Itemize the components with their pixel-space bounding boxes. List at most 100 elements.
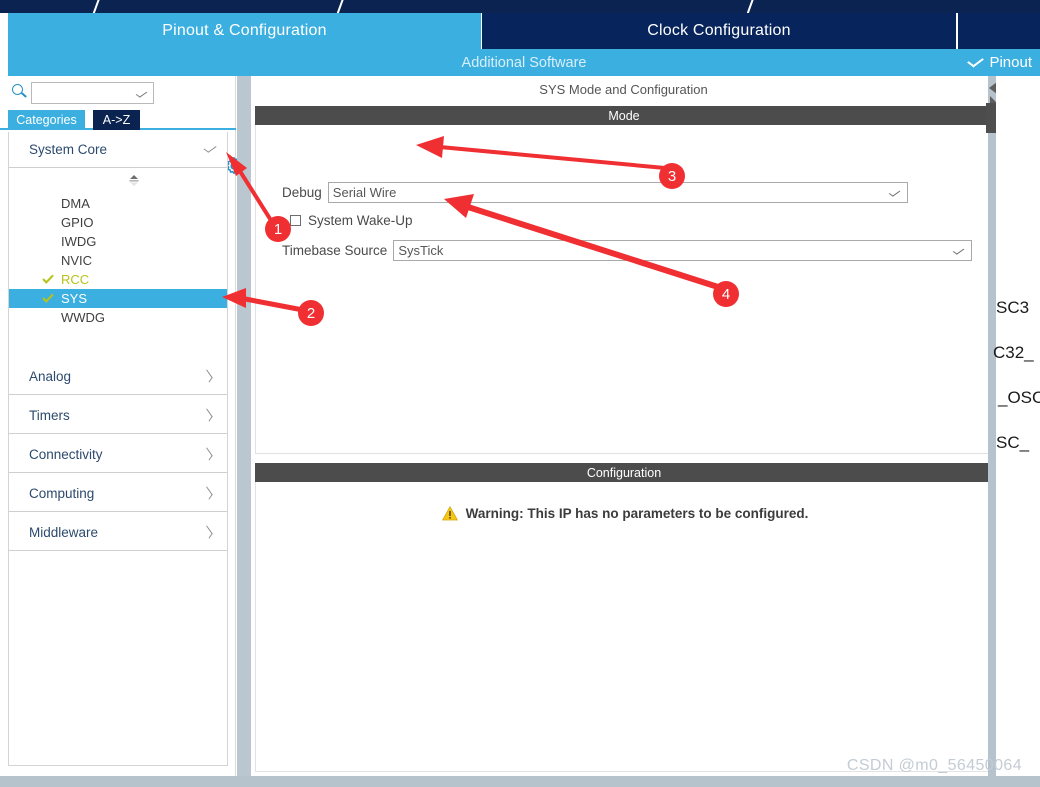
tab-a-to-z-label: A->Z xyxy=(102,113,131,127)
pin-label-strip: SC3 C32_ _OSC SC_ xyxy=(993,76,1040,776)
chevron-right-icon xyxy=(203,408,213,422)
ip-item-sys[interactable]: SYS xyxy=(9,289,227,308)
ip-item-nvic[interactable]: NVIC xyxy=(9,251,227,270)
system-wake-up-row[interactable]: System Wake-Up xyxy=(290,213,413,228)
tab-categories-label: Categories xyxy=(16,113,77,127)
ip-item-wwdg-label: WWDG xyxy=(61,310,106,325)
pin-label: _OSC xyxy=(998,388,1040,407)
pin-label: SC_ xyxy=(996,433,1030,452)
pin-label: C32_ xyxy=(993,343,1034,362)
mode-section-body: Debug Serial Wire System Wake-Up Timebas… xyxy=(255,125,993,454)
bottom-status-bar xyxy=(0,776,1040,787)
ip-item-iwdg-label: IWDG xyxy=(61,234,97,249)
panel-splitter[interactable] xyxy=(237,76,251,776)
pin-label: SC3 xyxy=(996,298,1030,317)
ip-item-sys-label: SYS xyxy=(61,291,88,306)
category-computing-label: Computing xyxy=(29,486,95,501)
sidebar-tab-row: Categories A->Z xyxy=(0,110,236,130)
tab-categories[interactable]: Categories xyxy=(8,110,85,130)
category-header-analog[interactable]: Analog xyxy=(9,359,227,395)
annotation-callout-1: 1 xyxy=(265,216,291,242)
tab-pinout-label: Pinout & Configuration xyxy=(162,22,327,39)
chevron-down-icon xyxy=(967,54,985,68)
ip-item-rcc[interactable]: RCC xyxy=(9,270,227,289)
timebase-source-field-row: Timebase Source SysTick xyxy=(282,240,972,261)
panel-title: SYS Mode and Configuration xyxy=(251,76,996,102)
pinout-menu-label: Pinout xyxy=(989,54,1032,71)
search-input[interactable] xyxy=(35,83,135,103)
chevron-right-icon xyxy=(203,486,213,500)
search-combobox[interactable] xyxy=(31,82,154,104)
panel-splitter-handle xyxy=(237,76,251,776)
ip-tree-panel: Categories A->Z System Core DMA GPIO IWD… xyxy=(0,76,242,776)
system-wake-up-checkbox[interactable] xyxy=(290,215,301,226)
annotation-callout-1-label: 1 xyxy=(273,220,283,238)
timebase-source-dropdown[interactable]: SysTick xyxy=(393,240,972,261)
ip-item-dma-label: DMA xyxy=(61,196,90,211)
tab-overflow[interactable] xyxy=(957,13,1040,49)
chevron-down-icon[interactable] xyxy=(135,89,148,98)
mode-section-header: Mode xyxy=(255,106,993,125)
chevron-down-icon[interactable] xyxy=(888,188,901,197)
annotation-callout-3-label: 3 xyxy=(667,167,677,185)
debug-field-row: Debug Serial Wire xyxy=(282,182,972,203)
category-analog-label: Analog xyxy=(29,369,72,384)
secondary-toolbar: Additional Software Pinout xyxy=(8,49,1040,76)
menu-separator xyxy=(335,0,345,13)
configuration-warning-text: Warning: This IP has no parameters to be… xyxy=(465,506,809,521)
watermark-text: CSDN @m0_56450064 xyxy=(846,757,1022,774)
category-middleware-label: Middleware xyxy=(29,525,99,540)
debug-label: Debug xyxy=(282,185,322,200)
annotation-callout-4: 4 xyxy=(713,281,739,307)
timebase-source-value: SysTick xyxy=(398,243,444,258)
category-system-core-label: System Core xyxy=(29,142,108,157)
category-header-connectivity[interactable]: Connectivity xyxy=(9,437,227,473)
warning-triangle-icon xyxy=(441,506,458,521)
additional-software-button[interactable]: Additional Software xyxy=(8,55,1040,71)
search-row xyxy=(0,76,236,110)
main-tab-bar: Pinout & Configuration Clock Configurati… xyxy=(0,13,1040,49)
tab-clock-label: Clock Configuration xyxy=(647,22,791,39)
system-wake-up-label: System Wake-Up xyxy=(308,213,413,228)
configuration-section-body: Warning: This IP has no parameters to be… xyxy=(255,482,993,772)
category-connectivity-label: Connectivity xyxy=(29,447,103,462)
ip-item-gpio-label: GPIO xyxy=(61,215,94,230)
category-header-timers[interactable]: Timers xyxy=(9,398,227,434)
menu-bar-strip xyxy=(0,0,1040,13)
annotation-callout-4-label: 4 xyxy=(721,285,731,303)
tab-a-to-z[interactable]: A->Z xyxy=(93,110,140,130)
chevron-right-icon xyxy=(203,447,213,461)
ip-list-system-core: DMA GPIO IWDG NVIC RCC SYS WWDG xyxy=(9,194,227,327)
menu-separator xyxy=(745,0,755,13)
application-window: Pinout & Configuration Clock Configurati… xyxy=(0,0,1040,787)
tab-pinout-configuration[interactable]: Pinout & Configuration xyxy=(8,13,481,49)
pinout-menu-button[interactable]: Pinout xyxy=(967,49,1032,76)
chevron-right-icon xyxy=(203,369,213,383)
chevron-right-icon xyxy=(203,525,213,539)
ip-item-nvic-label: NVIC xyxy=(61,253,93,268)
ip-item-iwdg[interactable]: IWDG xyxy=(9,232,227,251)
timebase-source-label: Timebase Source xyxy=(282,243,388,258)
annotation-callout-2-label: 2 xyxy=(306,304,316,322)
annotation-callout-3: 3 xyxy=(659,163,685,189)
sys-configuration-panel: SYS Mode and Configuration Mode Debug Se… xyxy=(251,76,996,776)
debug-dropdown[interactable]: Serial Wire xyxy=(327,182,908,203)
tab-clock-configuration[interactable]: Clock Configuration xyxy=(482,13,956,49)
annotation-callout-2: 2 xyxy=(298,300,324,326)
chevron-down-icon xyxy=(203,143,217,153)
chevron-down-icon[interactable] xyxy=(952,246,965,255)
configuration-section-header: Configuration xyxy=(255,463,993,482)
ip-item-rcc-label: RCC xyxy=(61,272,90,287)
menu-separator xyxy=(91,0,101,13)
checkmark-icon xyxy=(42,274,54,284)
search-icon xyxy=(12,84,27,99)
category-header-system-core[interactable]: System Core xyxy=(9,132,227,168)
category-tree: System Core DMA GPIO IWDG NVIC RCC SYS W… xyxy=(8,132,228,766)
category-header-middleware[interactable]: Middleware xyxy=(9,515,227,551)
checkmark-icon xyxy=(42,293,54,303)
ip-item-gpio[interactable]: GPIO xyxy=(9,213,227,232)
ip-item-dma[interactable]: DMA xyxy=(9,194,227,213)
ip-item-wwdg[interactable]: WWDG xyxy=(9,308,227,327)
tree-scroll-nub-icon[interactable] xyxy=(127,173,141,187)
category-header-computing[interactable]: Computing xyxy=(9,476,227,512)
